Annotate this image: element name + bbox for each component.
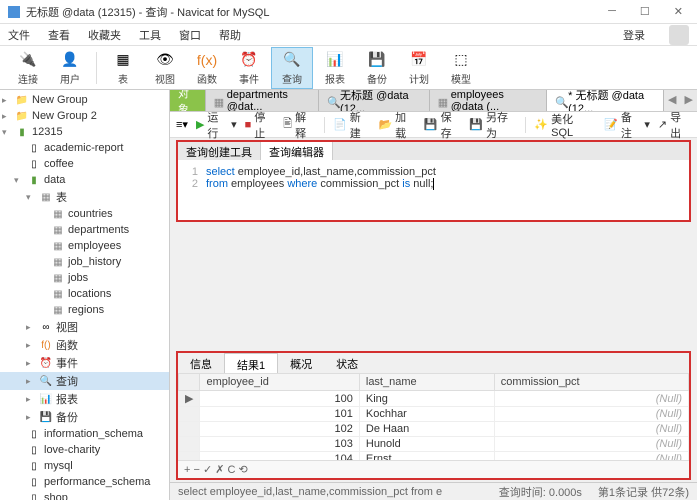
tree-db-mysql[interactable]: ▯mysql [0, 458, 169, 474]
main-toolbar: 🔌连接 👤用户 ▦表 👁视图 f(x)函数 ⏰事件 🔍查询 📊报表 💾备份 📅计… [0, 46, 697, 90]
close-button[interactable]: ✕ [668, 3, 689, 20]
tree-newgroup[interactable]: ▸📁New Group [0, 92, 169, 108]
tree-backups[interactable]: ▸💾备份 [0, 408, 169, 426]
tree-queries[interactable]: ▸🔍查询 [0, 372, 169, 390]
status-time: 查询时间: 0.000s [499, 484, 582, 500]
toolbar-event[interactable]: ⏰事件 [229, 48, 269, 88]
tree-db-shop[interactable]: ▯shop [0, 490, 169, 500]
toolbar-schedule[interactable]: 📅计划 [399, 48, 439, 88]
result-footer: + − ✓ ✗ C ⟲ [178, 460, 689, 478]
maximize-button[interactable]: ☐ [634, 3, 656, 20]
separator [96, 52, 97, 84]
tree-table-locations[interactable]: ▦locations [0, 286, 169, 302]
tree-table-countries[interactable]: ▦countries [0, 206, 169, 222]
status-records: 第1条记录 供72条) [598, 484, 689, 500]
toolbar-report[interactable]: 📊报表 [315, 48, 355, 88]
record-nav-buttons[interactable]: + − ✓ ✗ C ⟲ [184, 463, 248, 476]
content-area: 对象 ▦departments @dat... 🔍无标题 @data (12..… [170, 90, 697, 500]
separator [324, 117, 325, 133]
tree-table-departments[interactable]: ▦departments [0, 222, 169, 238]
saveas-button[interactable]: 💾另存为 [469, 109, 517, 141]
toolbar-table[interactable]: ▦表 [103, 48, 143, 88]
col-commission-pct[interactable]: commission_pct [494, 374, 688, 391]
window-title: 无标题 @data (12315) - 查询 - Navicat for MyS… [26, 4, 602, 20]
tree-reports[interactable]: ▸📊报表 [0, 390, 169, 408]
results-panel: 信息 结果1 概况 状态 employee_id last_name commi… [176, 351, 691, 480]
row-header [179, 374, 200, 391]
table-row[interactable]: 104Ernst(Null) [179, 452, 689, 461]
status-sql: select employee_id,last_name,commission_… [178, 486, 442, 498]
tree-newgroup2[interactable]: ▸📁New Group 2 [0, 108, 169, 124]
tree-table-jobs[interactable]: ▦jobs [0, 270, 169, 286]
toolbar-view[interactable]: 👁视图 [145, 48, 185, 88]
tree-connection[interactable]: ▾▮12315 [0, 124, 169, 140]
tree-table-employees[interactable]: ▦employees [0, 238, 169, 254]
memo-button[interactable]: 📝备注▾ [604, 109, 650, 141]
toolbar-connect[interactable]: 🔌连接 [8, 48, 48, 88]
menu-view[interactable]: 查看 [48, 27, 70, 43]
beautify-button[interactable]: ✨美化 SQL [534, 111, 596, 139]
tab-query-builder[interactable]: 查询创建工具 [178, 142, 261, 160]
explain-button[interactable]: 🖹解释 [283, 109, 316, 141]
toolbar-backup[interactable]: 💾备份 [357, 48, 397, 88]
tree-views[interactable]: ▸∞视图 [0, 318, 169, 336]
minimize-button[interactable]: ─ [602, 3, 622, 20]
menu-tools[interactable]: 工具 [139, 27, 161, 43]
tree-db-coffee[interactable]: ▯coffee [0, 156, 169, 172]
separator [525, 117, 526, 133]
tab-status[interactable]: 状态 [324, 353, 370, 373]
sql-editor[interactable]: 1select employee_id,last_name,commission… [178, 160, 689, 220]
tree-functions[interactable]: ▸f()函数 [0, 336, 169, 354]
toolbar-function[interactable]: f(x)函数 [187, 48, 227, 88]
table-row[interactable]: 101Kochhar(Null) [179, 407, 689, 422]
editor-tabs: 查询创建工具 查询编辑器 [178, 142, 689, 160]
titlebar: 无标题 @data (12315) - 查询 - Navicat for MyS… [0, 0, 697, 24]
query-toolbar: ≡▾ ▶运行▾ ■停止 🖹解释 📄新建 📂加载 💾保存 💾另存为 ✨美化 SQL… [170, 112, 697, 138]
toolbar-query[interactable]: 🔍查询 [271, 47, 313, 89]
tree-table-jobhistory[interactable]: ▦job_history [0, 254, 169, 270]
export-button[interactable]: ↗导出 [658, 109, 691, 141]
navigation-tree[interactable]: ▸📁New Group ▸📁New Group 2 ▾▮12315 ▯acade… [0, 90, 170, 500]
result-grid[interactable]: employee_id last_name commission_pct ▶10… [178, 373, 689, 460]
avatar-icon[interactable] [669, 25, 689, 45]
tree-db-data[interactable]: ▾▮data [0, 172, 169, 188]
menu-window[interactable]: 窗口 [179, 27, 201, 43]
menu-file[interactable]: 文件 [8, 27, 30, 43]
menu-favorites[interactable]: 收藏夹 [88, 27, 121, 43]
tab-info[interactable]: 信息 [178, 353, 224, 373]
tree-db-lovecharity[interactable]: ▯love-charity [0, 442, 169, 458]
menubar: 文件 查看 收藏夹 工具 窗口 帮助 登录 [0, 24, 697, 46]
load-button[interactable]: 📂加载 [378, 109, 415, 141]
login-button[interactable]: 登录 [623, 27, 645, 43]
tab-profile[interactable]: 概况 [278, 353, 324, 373]
result-tabs: 信息 结果1 概况 状态 [178, 353, 689, 373]
table-row[interactable]: ▶100King(Null) [179, 391, 689, 407]
tab-query-editor[interactable]: 查询编辑器 [261, 142, 333, 160]
col-last-name[interactable]: last_name [359, 374, 494, 391]
tree-db-perfschema[interactable]: ▯performance_schema [0, 474, 169, 490]
tab-result1[interactable]: 结果1 [224, 353, 278, 373]
toolbar-user[interactable]: 👤用户 [50, 48, 90, 88]
app-icon [8, 6, 20, 18]
toolbar-model[interactable]: ⬚模型 [441, 48, 481, 88]
save-button[interactable]: 💾保存 [424, 109, 461, 141]
menu-help[interactable]: 帮助 [219, 27, 241, 43]
statusbar: select employee_id,last_name,commission_… [170, 482, 697, 500]
main-area: ▸📁New Group ▸📁New Group 2 ▾▮12315 ▯acade… [0, 90, 697, 500]
sql-editor-panel: 查询创建工具 查询编辑器 1select employee_id,last_na… [176, 140, 691, 222]
tree-tables[interactable]: ▾▦表 [0, 188, 169, 206]
table-row[interactable]: 103Hunold(Null) [179, 437, 689, 452]
new-button[interactable]: 📄新建 [333, 109, 370, 141]
tree-db-academic[interactable]: ▯academic-report [0, 140, 169, 156]
tree-db-infoschema[interactable]: ▯information_schema [0, 426, 169, 442]
run-button[interactable]: ▶运行▾ [196, 109, 237, 141]
stop-button[interactable]: ■停止 [245, 109, 276, 141]
window-controls: ─ ☐ ✕ [602, 3, 689, 20]
tree-events[interactable]: ▸⏰事件 [0, 354, 169, 372]
dropdown-icon[interactable]: ≡▾ [176, 118, 188, 131]
table-row[interactable]: 102De Haan(Null) [179, 422, 689, 437]
tree-table-regions[interactable]: ▦regions [0, 302, 169, 318]
col-employee-id[interactable]: employee_id [200, 374, 359, 391]
